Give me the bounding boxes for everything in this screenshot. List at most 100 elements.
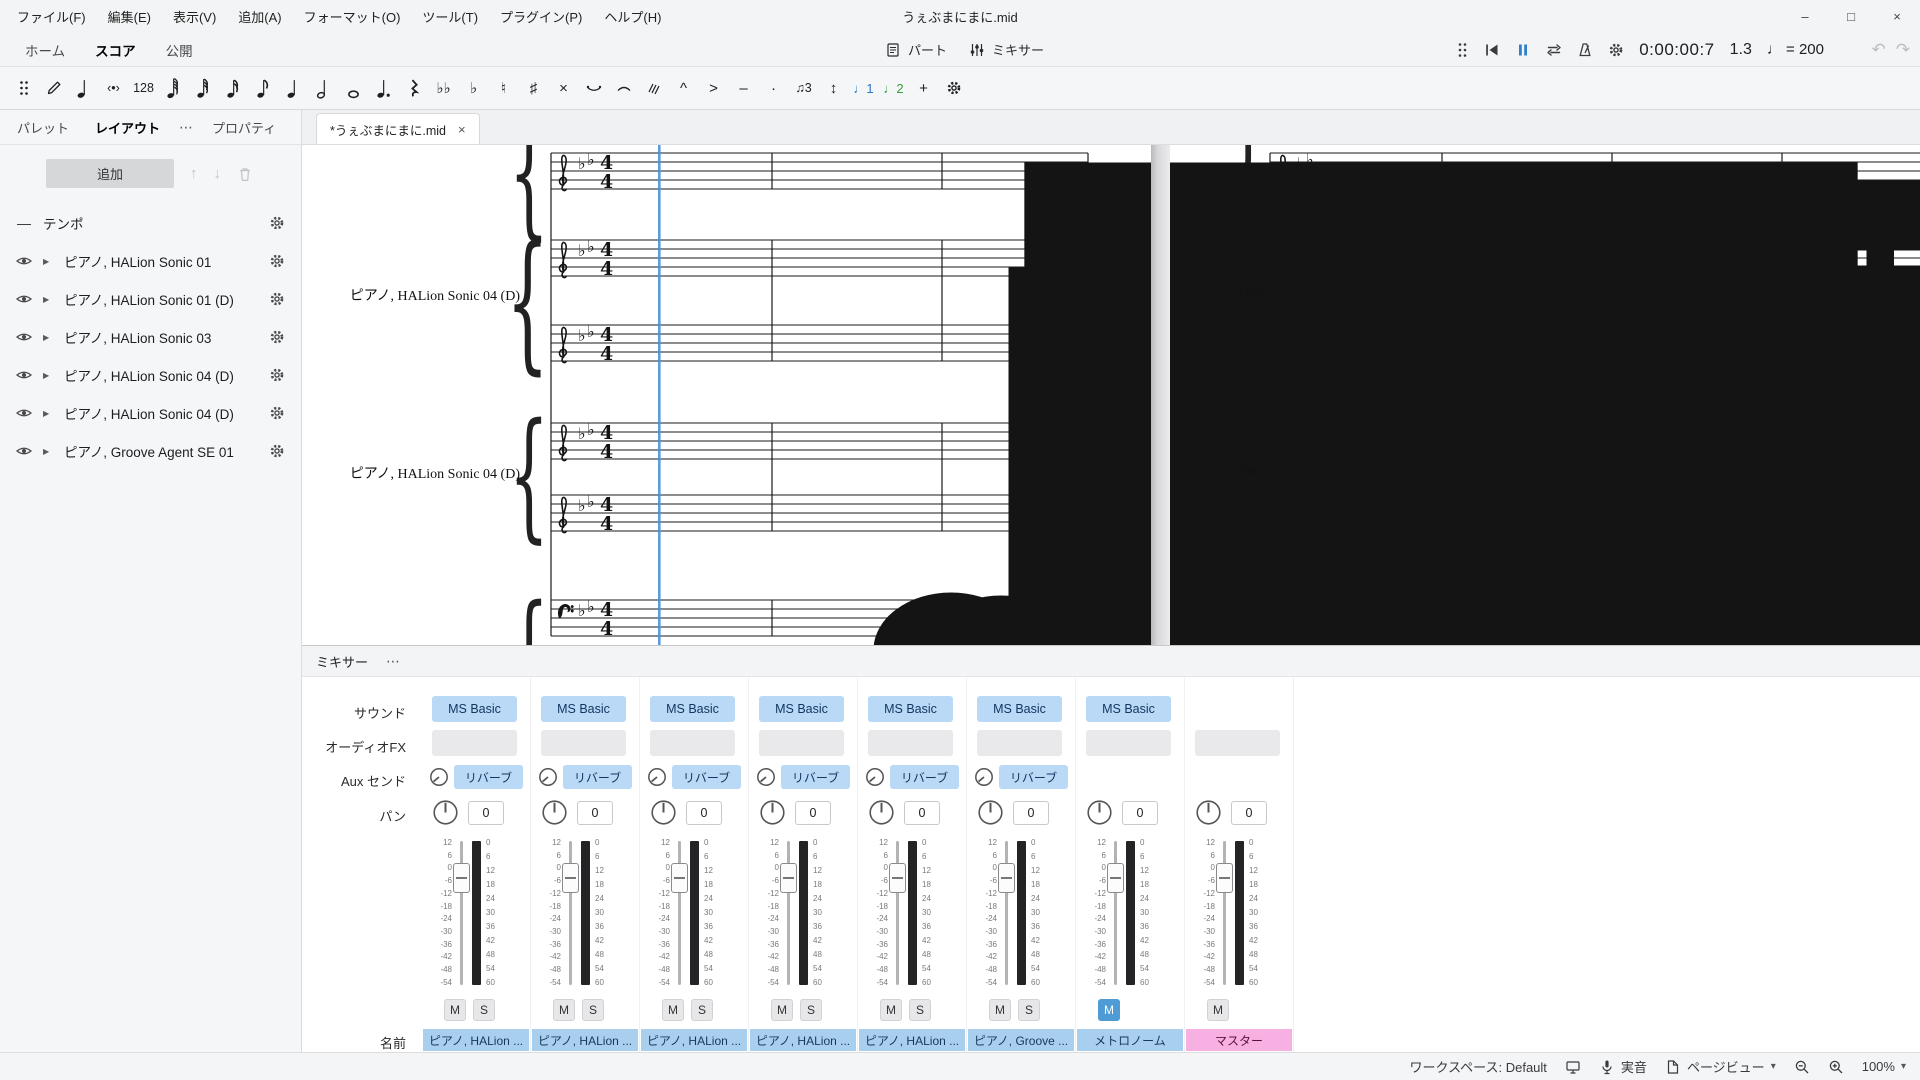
- slur-button[interactable]: [609, 72, 638, 104]
- pan-knob[interactable]: [759, 799, 786, 826]
- natural-button[interactable]: ♮: [489, 72, 518, 104]
- duration-16-button[interactable]: [219, 72, 248, 104]
- metronome-button[interactable]: [1577, 42, 1593, 58]
- flat-button[interactable]: ♭: [459, 72, 488, 104]
- reverb-button[interactable]: リバーブ: [999, 765, 1068, 789]
- item-settings-gear-icon[interactable]: [269, 291, 285, 307]
- pan-knob[interactable]: [650, 799, 677, 826]
- solo-button[interactable]: S: [691, 999, 713, 1021]
- voice-2-button[interactable]: ♩2: [879, 72, 908, 104]
- audio-fx-slot[interactable]: [432, 730, 517, 756]
- marcato-button[interactable]: ^: [669, 72, 698, 104]
- move-up-icon[interactable]: ↑: [190, 165, 198, 182]
- zoom-level-selector[interactable]: 100% ▾: [1862, 1059, 1906, 1074]
- visibility-eye-icon[interactable]: [16, 329, 32, 345]
- delete-icon[interactable]: [237, 166, 253, 182]
- duration-128-button[interactable]: 128: [129, 72, 158, 104]
- sound-button[interactable]: MS Basic: [1086, 696, 1171, 722]
- aux-send-knob[interactable]: [756, 767, 776, 787]
- item-settings-gear-icon[interactable]: [269, 405, 285, 421]
- solo-button[interactable]: S: [800, 999, 822, 1021]
- sharp-button[interactable]: ♯: [519, 72, 548, 104]
- layout-item[interactable]: ▶ ピアノ, HALion Sonic 04 (D): [0, 394, 301, 432]
- pan-value[interactable]: 0: [686, 801, 722, 825]
- part-label-short[interactable]: Pno.: [1222, 285, 1264, 301]
- solo-button[interactable]: S: [1018, 999, 1040, 1021]
- concert-pitch-toggle[interactable]: 実音: [1599, 1057, 1647, 1076]
- rest-button[interactable]: [399, 72, 428, 104]
- pan-value[interactable]: 0: [795, 801, 831, 825]
- display-icon[interactable]: [1565, 1059, 1581, 1075]
- audio-fx-slot[interactable]: [868, 730, 953, 756]
- reverb-button[interactable]: リバーブ: [454, 765, 523, 789]
- sound-button[interactable]: MS Basic: [432, 696, 517, 722]
- fader-handle[interactable]: [998, 863, 1015, 893]
- menu-item[interactable]: ツール(T): [411, 2, 489, 31]
- duration-whole-button[interactable]: [339, 72, 368, 104]
- menu-item[interactable]: 表示(V): [162, 2, 227, 31]
- toolbar-settings-gear-icon[interactable]: [939, 72, 968, 104]
- layout-item[interactable]: ▶ ピアノ, HALion Sonic 01 (D): [0, 280, 301, 318]
- note-input-button[interactable]: [39, 72, 68, 104]
- visibility-eye-icon[interactable]: [16, 253, 32, 269]
- pan-knob[interactable]: [868, 799, 895, 826]
- pan-knob[interactable]: [977, 799, 1004, 826]
- view-mode-selector[interactable]: ページビュー ▾: [1665, 1057, 1776, 1076]
- part-label-short[interactable]: Pno.: [1222, 463, 1264, 479]
- expand-arrow-icon[interactable]: ▶: [43, 257, 53, 266]
- mixer-more-icon[interactable]: ⋯: [380, 653, 406, 670]
- channel-name[interactable]: ピアノ, HALion ...: [641, 1029, 747, 1051]
- pan-value[interactable]: 0: [1013, 801, 1049, 825]
- glissando-button[interactable]: [639, 72, 668, 104]
- item-settings-gear-icon[interactable]: [269, 443, 285, 459]
- input-note-button[interactable]: [69, 72, 98, 104]
- add-button[interactable]: 追加: [46, 159, 174, 188]
- expand-arrow-icon[interactable]: ▶: [43, 409, 53, 418]
- menu-item[interactable]: 編集(E): [97, 2, 162, 31]
- add-button[interactable]: +: [909, 72, 938, 104]
- layout-item[interactable]: ▶ ピアノ, HALion Sonic 03: [0, 318, 301, 356]
- audio-fx-slot[interactable]: [977, 730, 1062, 756]
- mute-button[interactable]: M: [771, 999, 793, 1021]
- item-settings-gear-icon[interactable]: [269, 329, 285, 345]
- staccato-button[interactable]: ·: [759, 72, 788, 104]
- pan-knob[interactable]: [541, 799, 568, 826]
- reverb-button[interactable]: リバーブ: [563, 765, 632, 789]
- mute-button[interactable]: M: [1098, 999, 1120, 1021]
- channel-name[interactable]: メトロノーム: [1077, 1029, 1183, 1051]
- expand-arrow-icon[interactable]: ▶: [43, 447, 53, 456]
- audio-fx-slot[interactable]: [1195, 730, 1280, 756]
- toolbar-grip-icon[interactable]: [9, 72, 38, 104]
- playback-grip-icon[interactable]: [1456, 42, 1469, 58]
- close-button[interactable]: ×: [1874, 0, 1920, 33]
- part-label[interactable]: ピアノ, HALion Sonic 04 (D): [302, 463, 520, 483]
- playback-cursor[interactable]: [658, 145, 661, 645]
- channel-name[interactable]: ピアノ, HALion ...: [423, 1029, 529, 1051]
- mute-button[interactable]: M: [444, 999, 466, 1021]
- playback-settings-gear-icon[interactable]: [1608, 42, 1624, 58]
- rewind-button[interactable]: [1484, 42, 1500, 58]
- workspace-selector[interactable]: ワークスペース: Default: [1409, 1057, 1546, 1076]
- duration-half-button[interactable]: [309, 72, 338, 104]
- pan-value[interactable]: 0: [1231, 801, 1267, 825]
- document-tab[interactable]: *うぇぶまにまに.mid ×: [316, 113, 480, 144]
- aux-send-knob[interactable]: [429, 767, 449, 787]
- item-settings-gear-icon[interactable]: [269, 253, 285, 269]
- audio-fx-slot[interactable]: [759, 730, 844, 756]
- aux-send-knob[interactable]: [974, 767, 994, 787]
- maximize-button[interactable]: □: [1828, 0, 1874, 33]
- tenuto-button[interactable]: –: [729, 72, 758, 104]
- zoom-in-icon[interactable]: [1828, 1059, 1844, 1075]
- pan-knob[interactable]: [1086, 799, 1113, 826]
- tab-layout[interactable]: レイアウト: [82, 110, 173, 145]
- aux-send-knob[interactable]: [647, 767, 667, 787]
- duration-quarter-button[interactable]: [279, 72, 308, 104]
- mute-button[interactable]: M: [1207, 999, 1229, 1021]
- augmentation-dot-button[interactable]: [369, 72, 398, 104]
- mute-button[interactable]: M: [880, 999, 902, 1021]
- flip-direction-button[interactable]: ↕: [819, 72, 848, 104]
- menu-item[interactable]: ヘルプ(H): [593, 2, 672, 31]
- document-close-icon[interactable]: ×: [458, 122, 466, 137]
- menu-item[interactable]: 追加(A): [227, 2, 292, 31]
- channel-name[interactable]: ピアノ, Groove ...: [968, 1029, 1074, 1051]
